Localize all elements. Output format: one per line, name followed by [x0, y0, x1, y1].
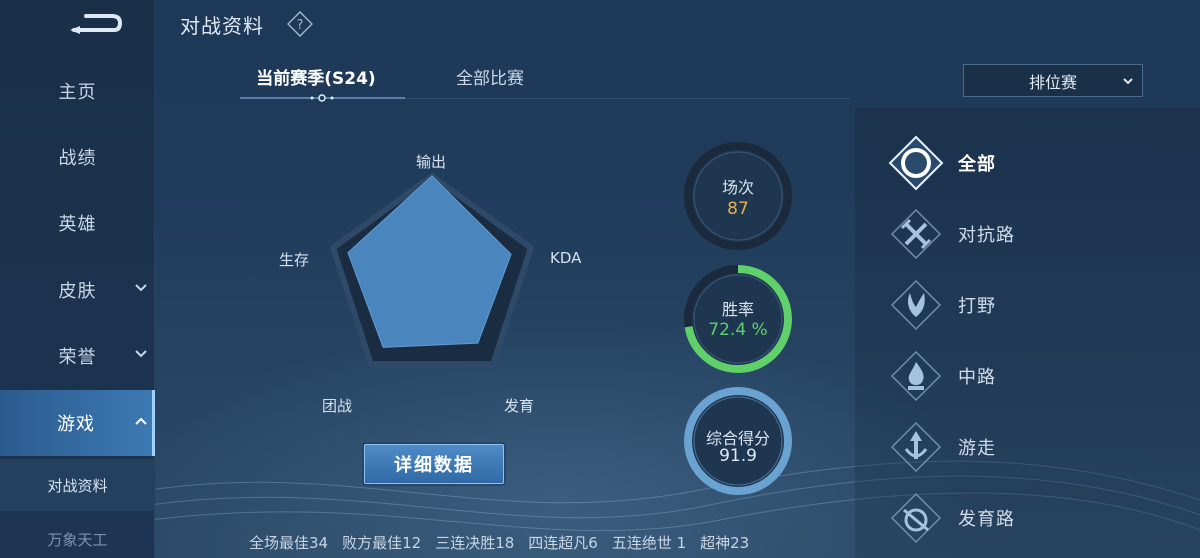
jungle-icon	[890, 279, 942, 331]
lane-label: 对抗路	[958, 225, 1015, 246]
lane-label: 发育路	[958, 509, 1015, 530]
sidebar-subitem-label: 万象天工	[47, 530, 108, 549]
winrate-ring: 胜率 72.4 %	[682, 263, 794, 375]
sidebar-item-home[interactable]: 主页	[0, 58, 155, 124]
chevron-down-icon	[1123, 78, 1133, 85]
back-arrow-icon[interactable]	[66, 6, 122, 40]
stat-triple-kill: 三连决胜18	[435, 534, 515, 552]
lane-label: 全部	[958, 154, 996, 175]
lane-label: 打野	[958, 296, 996, 317]
score-value: 91.9	[719, 446, 757, 466]
lane-label: 游走	[958, 438, 996, 459]
sidebar-item-honors[interactable]: 荣誉	[0, 323, 155, 389]
sidebar-item-heroes[interactable]: 英雄	[0, 190, 155, 256]
radar-axis-label: 输出	[416, 153, 447, 171]
stat-legendary: 超神23	[700, 534, 750, 552]
sidebar: 主页 战绩 英雄 皮肤 荣誉 游戏 对战资料 万象天工	[0, 0, 155, 558]
sidebar-item-label: 荣誉	[58, 347, 97, 368]
match-mode-select[interactable]: 排位赛	[963, 64, 1143, 97]
tab-all-matches[interactable]: 全部比赛	[430, 64, 550, 89]
screen: 主页 战绩 英雄 皮肤 荣誉 游戏 对战资料 万象天工 对战资料 ? 当前赛季(…	[0, 0, 1200, 558]
sidebar-item-game[interactable]: 游戏	[0, 390, 155, 456]
lane-filter-all[interactable]: 全部	[888, 135, 1148, 191]
header-divider	[400, 98, 850, 99]
chevron-down-icon	[135, 284, 147, 292]
sidebar-item-label: 游戏	[57, 414, 95, 435]
sidebar-item-label: 皮肤	[58, 281, 97, 302]
matches-label: 场次	[721, 178, 754, 197]
tab-current-season[interactable]: 当前赛季(S24)	[228, 64, 404, 89]
stat-quadra-kill: 四连超凡6	[528, 534, 598, 552]
roam-icon	[890, 421, 942, 473]
sidebar-subitem-workshop[interactable]: 万象天工	[0, 513, 155, 558]
sidebar-item-records[interactable]: 战绩	[0, 124, 155, 190]
mid-lane-icon	[890, 350, 942, 402]
radar-axis-label: 生存	[279, 251, 310, 269]
achievement-stats-row: 全场最佳34 败方最佳12 三连决胜18 四连超凡6 五连绝世 1 超神23	[249, 532, 809, 554]
svg-text:?: ?	[297, 18, 304, 33]
radar-axis-label: KDA	[550, 249, 582, 267]
lane-filter-farm[interactable]: 发育路	[888, 490, 1148, 546]
sidebar-subitem-label: 对战资料	[47, 476, 108, 495]
lane-label: 中路	[958, 367, 996, 388]
lane-filter-jungle[interactable]: 打野	[888, 277, 1148, 333]
chevron-up-icon	[135, 417, 147, 425]
radar-axis-label: 发育	[504, 397, 535, 415]
radar-axis-label: 团战	[322, 397, 353, 415]
tab-active-indicator	[240, 94, 405, 102]
help-icon[interactable]: ?	[287, 11, 313, 37]
matches-ring: 场次 87	[682, 140, 794, 252]
stat-mvp: 全场最佳34	[249, 534, 329, 552]
page-title: 对战资料	[180, 14, 264, 38]
stat-losing-mvp: 败方最佳12	[342, 534, 422, 552]
ability-radar-chart	[330, 173, 534, 368]
sidebar-item-label: 战绩	[58, 148, 97, 169]
winrate-value: 72.4 %	[708, 320, 768, 340]
sidebar-subitem-battle-data[interactable]: 对战资料	[0, 459, 155, 511]
sidebar-item-label: 英雄	[58, 214, 97, 235]
sidebar-item-label: 主页	[58, 82, 97, 103]
sidebar-item-skins[interactable]: 皮肤	[0, 257, 155, 323]
winrate-label: 胜率	[721, 300, 754, 319]
stat-penta-kill: 五连绝世 1	[611, 534, 687, 552]
score-ring: 综合得分 91.9	[682, 385, 794, 497]
lane-filter-roam[interactable]: 游走	[888, 419, 1148, 475]
farm-lane-icon	[890, 492, 942, 544]
chevron-down-icon	[135, 350, 147, 358]
all-lanes-icon	[888, 135, 944, 191]
clash-lane-icon	[890, 208, 942, 260]
detail-data-button[interactable]: 详细数据	[364, 444, 504, 484]
lane-filter-mid[interactable]: 中路	[888, 348, 1148, 404]
match-mode-value: 排位赛	[1028, 72, 1077, 92]
matches-value: 87	[727, 199, 749, 219]
lane-filter-clash[interactable]: 对抗路	[888, 206, 1148, 262]
